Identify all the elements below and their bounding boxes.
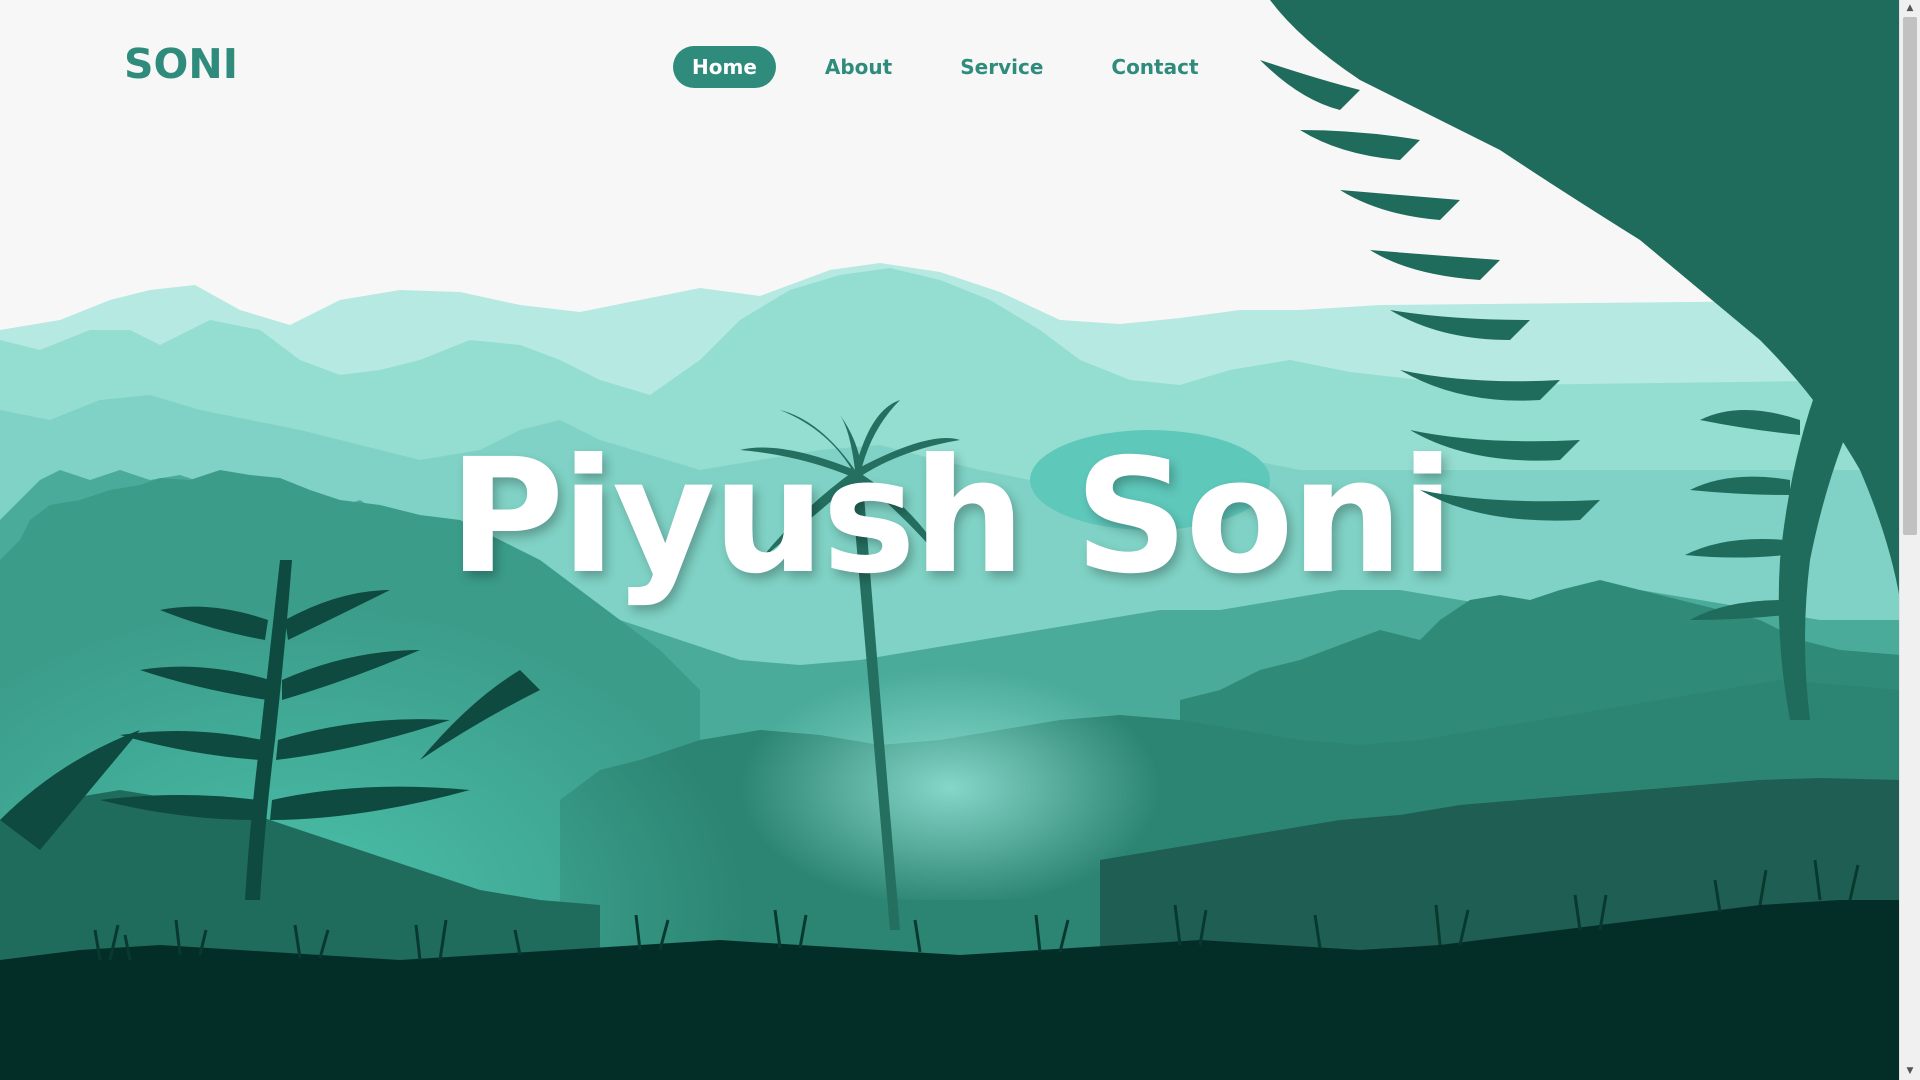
main-nav: Home About Service Contact (673, 46, 1248, 88)
arrow-up-icon[interactable]: ▲ (1900, 0, 1920, 17)
nav-contact-link[interactable]: Contact (1092, 46, 1217, 88)
page-scrollbar[interactable]: ▲ ▼ (1899, 0, 1920, 1080)
site-logo[interactable]: SONI (124, 40, 238, 88)
nav-service-link[interactable]: Service (941, 46, 1062, 88)
top-navigation-bar: SONI Home About Service Contact (0, 0, 1900, 140)
nav-about-link[interactable]: About (806, 46, 911, 88)
nav-home-link[interactable]: Home (673, 46, 776, 88)
hero-title: Piyush Soni (448, 425, 1455, 609)
page: SONI Home About Service Contact Piyush S… (0, 0, 1920, 1080)
scrollbar-thumb[interactable] (1903, 17, 1917, 535)
arrow-down-icon[interactable]: ▼ (1900, 1063, 1920, 1080)
